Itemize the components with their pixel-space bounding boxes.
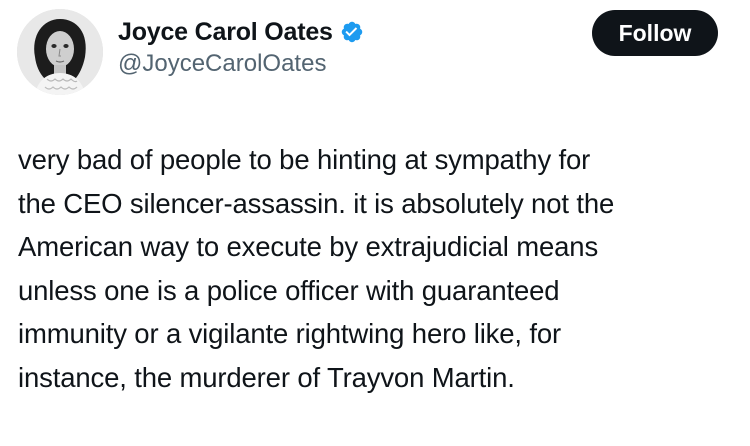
tweet-text-line: immunity or a vigilante rightwing hero l… <box>18 318 562 350</box>
tweet-text-line: unless one is a police officer with guar… <box>18 274 560 306</box>
follow-button[interactable]: Follow <box>592 10 718 56</box>
tweet-text-line: the CEO silencer-assassin. it is absolut… <box>18 187 615 219</box>
tweet-text-line: American way to execute by extrajudicial… <box>18 231 599 263</box>
profile-photo-icon <box>17 9 103 95</box>
verified-badge-icon[interactable] <box>340 20 364 44</box>
author-avatar[interactable] <box>17 9 103 95</box>
author-display-name[interactable]: Joyce Carol Oates <box>118 18 333 47</box>
author-name-row: Joyce Carol Oates <box>118 14 364 50</box>
tweet-text-line: very bad of people to be hinting at symp… <box>18 144 591 175</box>
tweet-text: very bad of people to be hinting at symp… <box>18 138 738 400</box>
tweet-card: Joyce Carol Oates @JoyceCarolOates Follo… <box>0 0 750 446</box>
author-handle[interactable]: @JoyceCarolOates <box>118 50 326 78</box>
tweet-text-line: instance, the murderer of Trayvon Martin… <box>18 361 515 393</box>
